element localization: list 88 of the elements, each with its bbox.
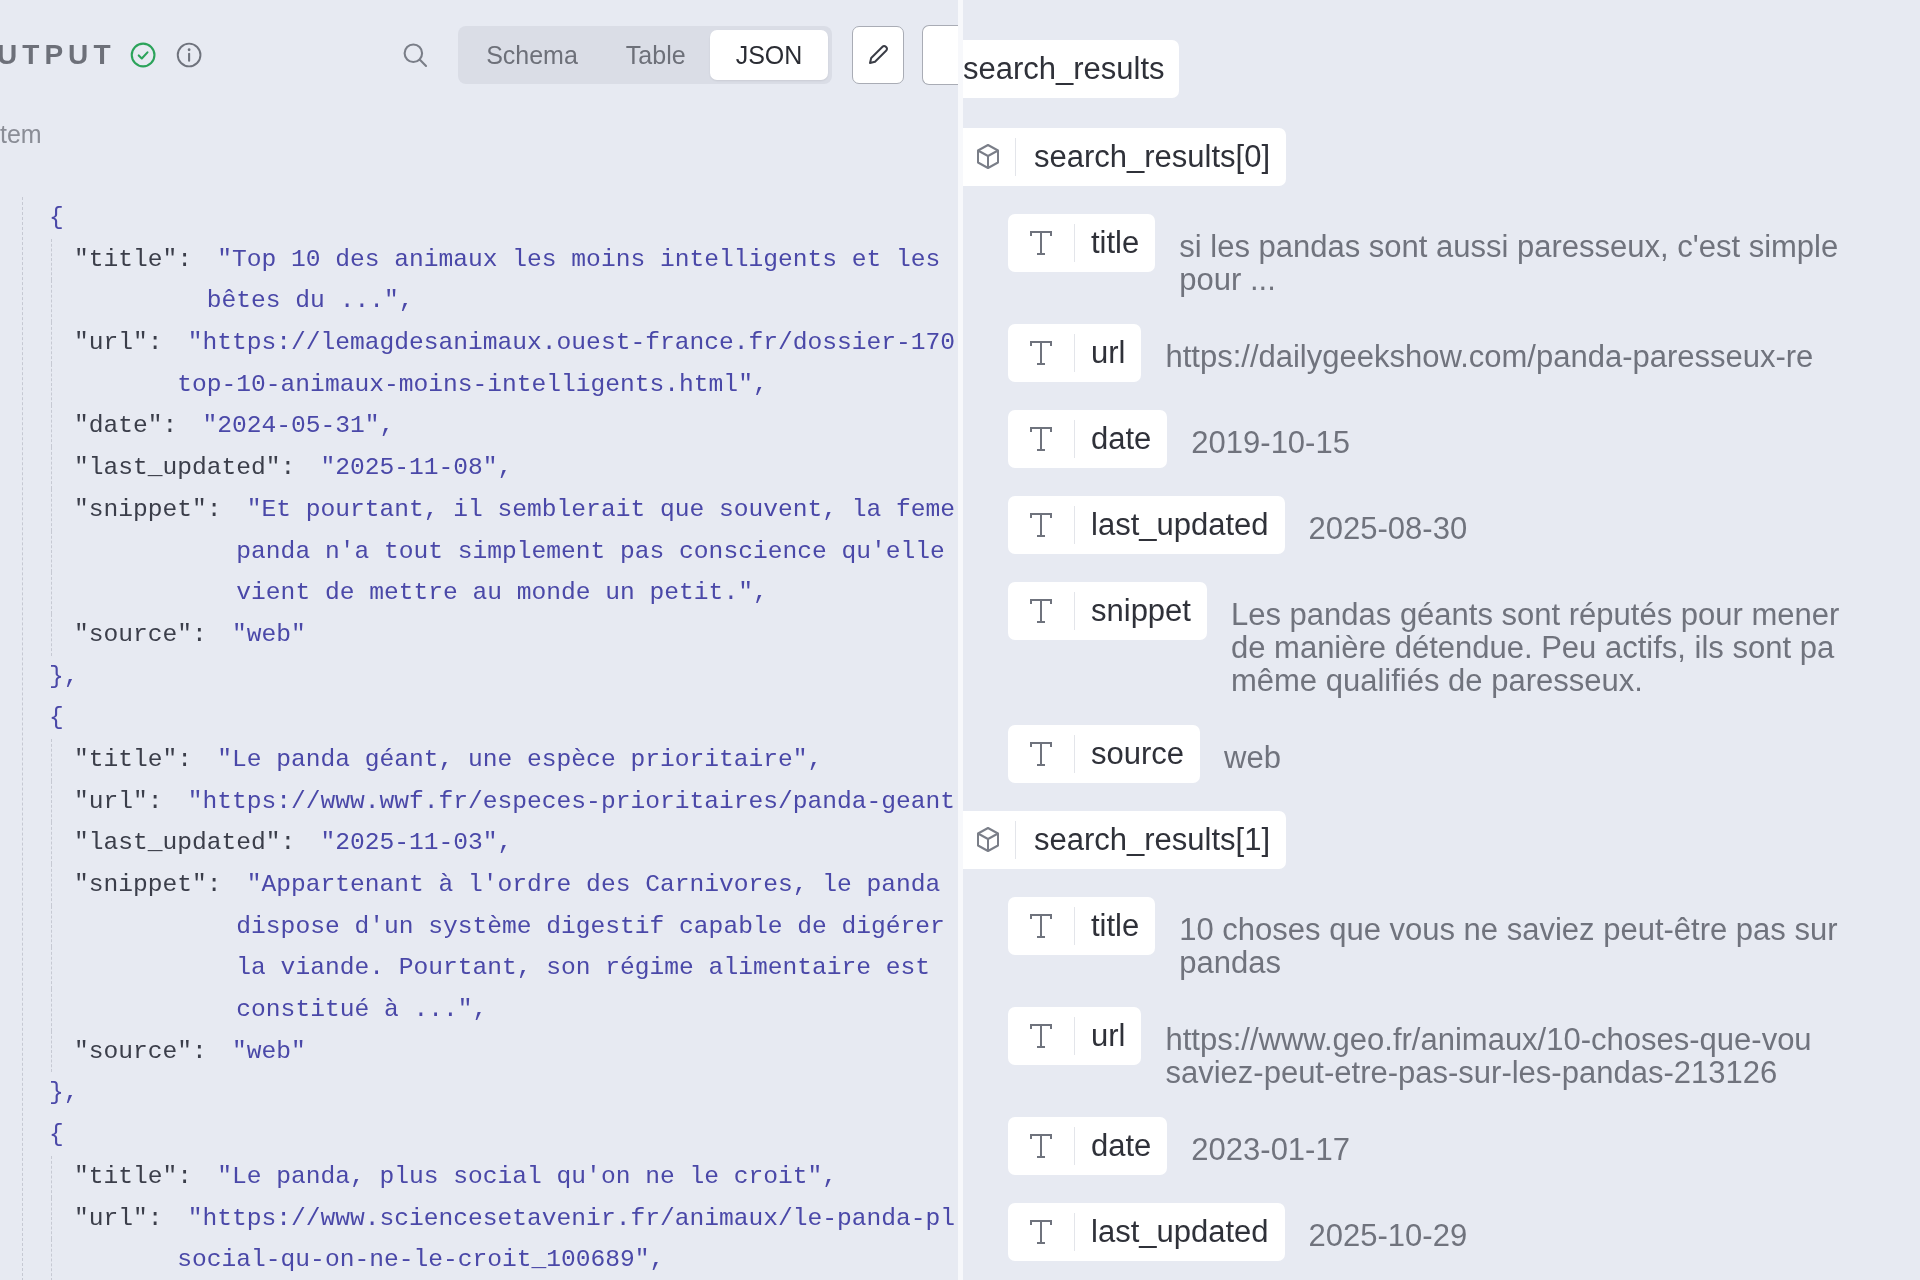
field-node[interactable]: date bbox=[1008, 410, 1168, 468]
code-brace: }, bbox=[48, 1078, 80, 1109]
search-icon[interactable] bbox=[401, 40, 429, 70]
json-key: "source": bbox=[74, 613, 207, 656]
json-value: "2025-11-08", bbox=[320, 453, 513, 484]
json-key: "url": bbox=[74, 322, 163, 364]
code-brace: }, bbox=[48, 661, 80, 692]
json-key: "last_updated": bbox=[74, 447, 296, 489]
json-value: "2025-11-03", bbox=[320, 828, 513, 859]
json-value: "2024-05-31", bbox=[202, 411, 395, 442]
json-value: bêtes du ...", bbox=[206, 286, 414, 317]
text-type-icon bbox=[1029, 512, 1053, 538]
field-value: 2025-10-29 bbox=[1308, 1219, 1468, 1252]
text-type-icon bbox=[1029, 340, 1053, 366]
field-value: 2023-01-17 bbox=[1191, 1133, 1350, 1166]
json-value: "https://www.wwf.fr/especes-prioritaires/panda-geant bbox=[187, 786, 956, 817]
object-node[interactable]: search_results[1] bbox=[963, 811, 1287, 869]
code-brace: { bbox=[48, 203, 65, 233]
json-value: "https://lemagdesanimaux.ouest-france.fr/dossier-170 bbox=[187, 328, 956, 359]
text-type-icon bbox=[1029, 913, 1053, 939]
json-value: social-qu-on-ne-le-croit_100689", bbox=[177, 1245, 665, 1276]
json-key: "url": bbox=[74, 1197, 163, 1240]
text-type-icon bbox=[1029, 598, 1053, 624]
json-key: "url": bbox=[74, 780, 163, 823]
text-type-icon bbox=[1029, 230, 1053, 256]
view-tab[interactable]: Table bbox=[601, 30, 710, 80]
field-value: https://www.geo.fr/animaux/10-choses-que-vou bbox=[1165, 1023, 1812, 1056]
json-value: la viande. Pourtant, son régime alimentaire est bbox=[236, 953, 930, 984]
field-node[interactable]: last_updated bbox=[1008, 496, 1285, 554]
json-value: "web" bbox=[231, 1036, 306, 1067]
json-key: "snippet": bbox=[74, 864, 222, 906]
check-circle-icon bbox=[129, 40, 156, 70]
view-tab[interactable]: JSON bbox=[709, 30, 829, 80]
json-key: "date": bbox=[74, 405, 178, 448]
field-value: saviez-peut-etre-pas-sur-les-pandas-213126 bbox=[1165, 1056, 1778, 1089]
toolbar-button[interactable] bbox=[922, 25, 958, 85]
json-value: top-10-animaux-moins-intelligents.html", bbox=[177, 369, 768, 400]
code-brace: { bbox=[48, 1120, 65, 1151]
json-key: "title": bbox=[74, 738, 193, 781]
json-value: panda n'a tout simplement pas conscience qu'elle bbox=[236, 536, 945, 567]
json-value: "Le panda géant, une espèce prioritaire", bbox=[217, 744, 823, 775]
json-key: "title": bbox=[74, 238, 193, 281]
field-value: pandas bbox=[1179, 946, 1282, 979]
text-type-icon bbox=[1029, 741, 1053, 767]
field-node[interactable]: source bbox=[1008, 725, 1201, 783]
json-value: "Appartenant à l'ordre des Carnivores, le panda bbox=[246, 870, 941, 900]
edit-button[interactable] bbox=[852, 26, 905, 84]
text-type-icon bbox=[1029, 1133, 1053, 1159]
json-value: "Le panda, plus social qu'on ne le croit", bbox=[217, 1161, 838, 1192]
json-value: dispose d'un système digestif capable de digérer bbox=[236, 911, 945, 942]
breadcrumb: tem bbox=[0, 120, 43, 149]
json-key: "snippet": bbox=[74, 488, 222, 531]
field-value: si les pandas sont aussi paresseux, c'est simple bbox=[1179, 230, 1839, 263]
json-value: "web" bbox=[231, 619, 306, 650]
object-node[interactable]: search_results[0] bbox=[963, 128, 1287, 186]
field-node[interactable]: title bbox=[1008, 897, 1156, 955]
json-value: vient de mettre au monde un petit.", bbox=[236, 578, 768, 609]
field-node[interactable]: url bbox=[1008, 1007, 1142, 1065]
json-value: "Top 10 des animaux les moins intelligents et les bbox=[217, 244, 941, 275]
text-type-icon bbox=[1029, 426, 1053, 452]
field-node[interactable]: last_updated bbox=[1008, 1203, 1285, 1261]
field-value: https://dailygeekshow.com/panda-paresseux-re bbox=[1165, 340, 1814, 373]
json-value: "Et pourtant, il semblerait que souvent, la feme bbox=[246, 494, 956, 525]
view-tab[interactable]: Schema bbox=[462, 30, 602, 80]
json-value: constitué à ...", bbox=[236, 995, 488, 1026]
info-icon[interactable] bbox=[175, 40, 202, 70]
field-value: Les pandas géants sont réputés pour mener bbox=[1230, 598, 1840, 631]
code-brace: { bbox=[48, 703, 65, 734]
json-key: "source": bbox=[74, 1030, 207, 1073]
text-type-icon bbox=[1029, 1219, 1053, 1245]
field-node[interactable]: url bbox=[1008, 324, 1142, 382]
field-value: de manière détendue. Peu actifs, ils sont pa bbox=[1230, 631, 1836, 664]
field-node[interactable]: title bbox=[1008, 214, 1156, 272]
cube-icon bbox=[975, 826, 1001, 854]
field-value: 2025-08-30 bbox=[1308, 512, 1468, 545]
json-key: "last_updated": bbox=[74, 822, 296, 864]
json-value: "https://www.sciencesetavenir.fr/animaux/le-panda-pl bbox=[187, 1203, 956, 1234]
field-value: web bbox=[1224, 741, 1281, 774]
field-node[interactable]: date bbox=[1008, 1117, 1168, 1175]
cube-icon bbox=[975, 143, 1001, 171]
field-value: 2019-10-15 bbox=[1191, 426, 1350, 459]
text-type-icon bbox=[1029, 1023, 1053, 1049]
json-key: "title": bbox=[74, 1155, 193, 1198]
root-node[interactable]: search_results bbox=[963, 40, 1179, 98]
field-value: même qualifiés de paresseux. bbox=[1230, 664, 1644, 697]
field-node[interactable]: snippet bbox=[1008, 582, 1207, 640]
field-value: 10 choses que vous ne saviez peut-être pas sur bbox=[1179, 913, 1838, 946]
field-value: pour ... bbox=[1179, 263, 1276, 296]
